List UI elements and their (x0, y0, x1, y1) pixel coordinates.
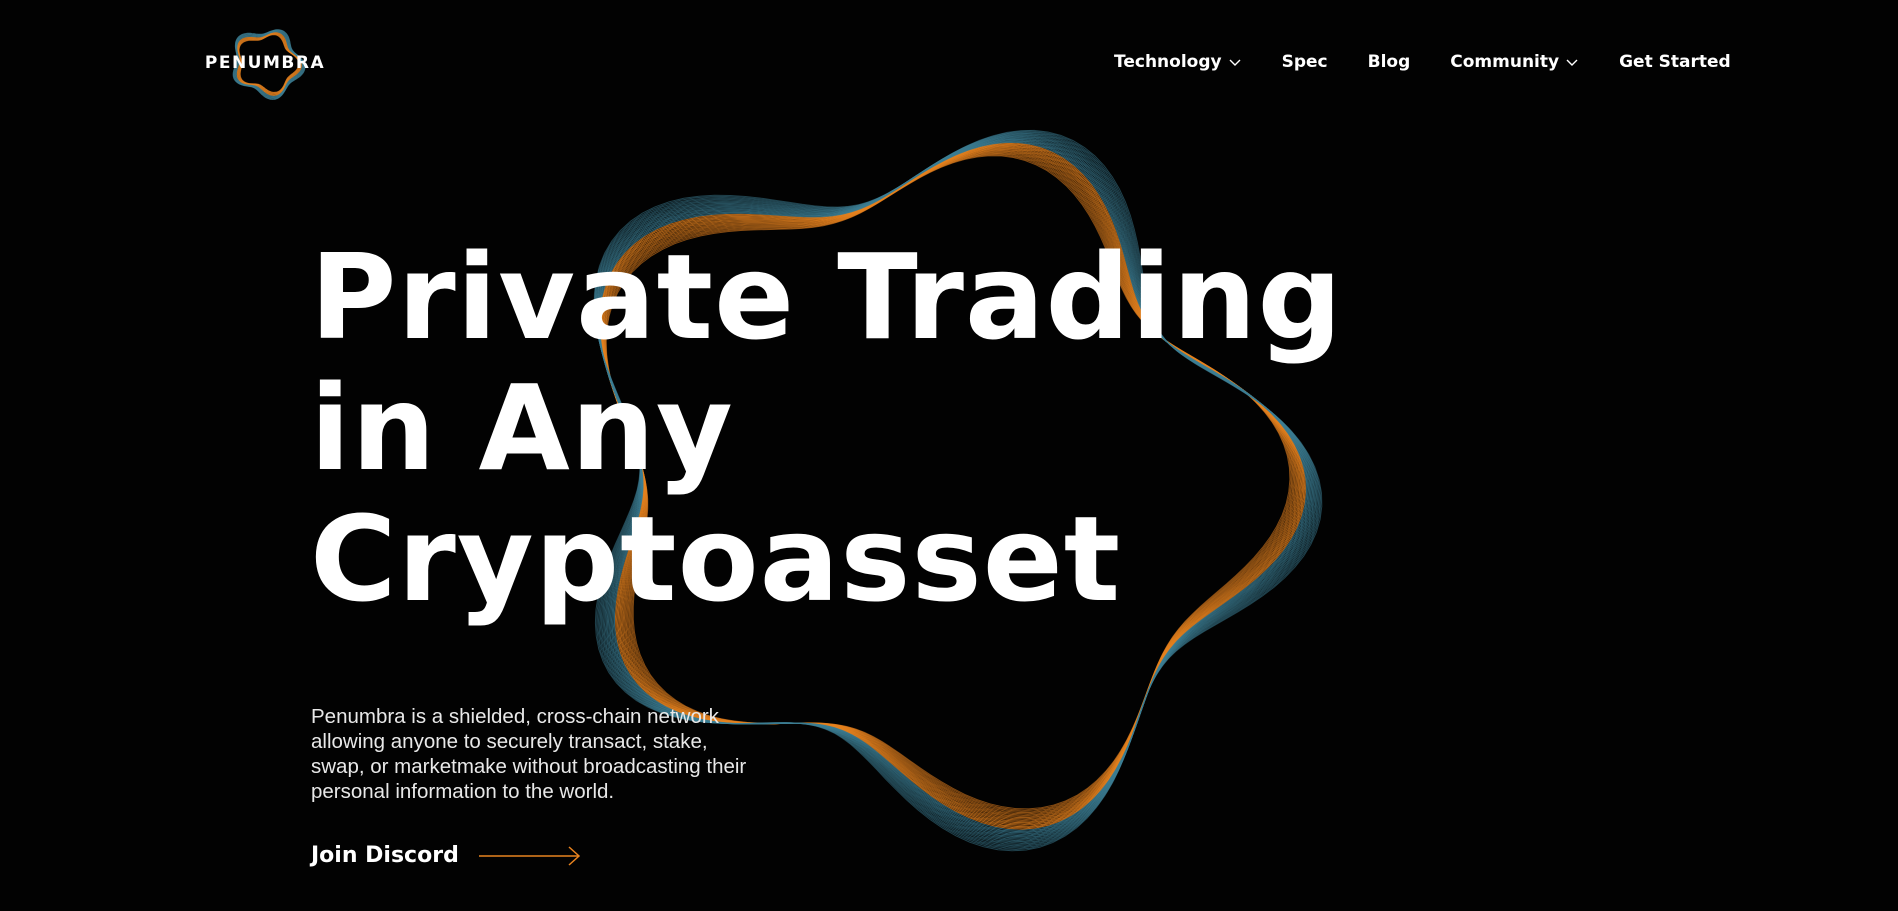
hero-description: Penumbra is a shielded, cross-chain netw… (311, 705, 747, 803)
chevron-down-icon (1566, 59, 1578, 66)
penumbra-logo[interactable]: PENUMBRA (190, 20, 340, 106)
headline-line: Cryptoasset (310, 490, 1122, 628)
nav-item-label: Technology (1114, 52, 1222, 72)
nav-item-label: Get Started (1619, 52, 1731, 72)
hero-headline: Private Trading in Any Cryptoasset (310, 232, 1343, 625)
headline-line: in Any (310, 359, 734, 497)
join-discord-link[interactable]: Join Discord (311, 843, 583, 868)
headline-line: Private Trading (310, 228, 1343, 366)
nav-item-get-started[interactable]: Get Started (1619, 52, 1731, 72)
nav-item-blog[interactable]: Blog (1368, 52, 1411, 72)
nav-item-spec[interactable]: Spec (1282, 52, 1328, 72)
cta-label: Join Discord (311, 843, 459, 868)
arrow-right-icon (478, 845, 580, 866)
chevron-down-icon (1229, 59, 1241, 66)
main-nav: Technology Spec Blog Community Get Start… (1114, 52, 1731, 72)
page: PENUMBRA Technology Spec Blog Community … (0, 0, 1898, 911)
nav-item-community[interactable]: Community (1450, 52, 1579, 72)
nav-item-technology[interactable]: Technology (1114, 52, 1242, 72)
logo-text: PENUMBRA (204, 53, 326, 73)
nav-item-label: Community (1450, 52, 1560, 72)
nav-item-label: Spec (1281, 52, 1328, 72)
nav-item-label: Blog (1367, 52, 1411, 72)
